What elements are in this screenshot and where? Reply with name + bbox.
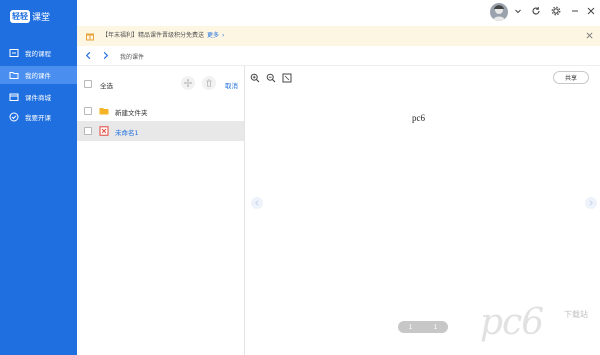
promo-banner: 【年末福利】精品课件晋级积分免费送 更多 ›	[77, 26, 600, 46]
avatar[interactable]	[490, 3, 508, 21]
check-circle-icon	[9, 112, 19, 122]
logo-badge: 轻轻	[10, 9, 30, 23]
prev-page-button[interactable]	[251, 197, 263, 209]
course-icon	[9, 48, 19, 58]
page-total: 1	[433, 323, 438, 331]
minimize-icon[interactable]	[570, 6, 580, 16]
watermark: pc6 下载站	[480, 303, 592, 347]
select-all-label: 全选	[100, 82, 113, 90]
zoom-in-icon[interactable]	[250, 73, 260, 83]
folder-icon	[9, 70, 19, 80]
page-current: 1	[408, 323, 413, 331]
next-page-button[interactable]	[585, 197, 597, 209]
refresh-icon[interactable]	[531, 6, 541, 16]
close-icon[interactable]	[586, 6, 596, 16]
trash-icon[interactable]	[202, 76, 216, 90]
page-indicator: 1 1	[398, 321, 448, 333]
zoom-out-icon[interactable]	[266, 73, 276, 83]
watermark-subtext: 下载站	[564, 310, 588, 319]
breadcrumb-current[interactable]: 我的课件	[120, 52, 144, 61]
back-arrow-icon[interactable]	[84, 51, 93, 60]
cancel-button[interactable]: 取消	[225, 80, 238, 90]
sidebar-item-label: 我的课程	[25, 50, 51, 58]
folder-icon	[99, 108, 109, 115]
close-icon[interactable]	[585, 31, 594, 40]
sidebar-item-label: 课件商城	[25, 94, 51, 102]
breadcrumb: 我的课件	[77, 46, 600, 66]
file-name: 新建文件夹	[115, 109, 148, 117]
select-all-checkbox[interactable]	[84, 80, 92, 88]
title-bar	[77, 0, 600, 26]
banner-more-link[interactable]: 更多	[207, 32, 219, 39]
watermark-text: pc6	[480, 302, 544, 343]
logo-text: 课堂	[32, 12, 51, 23]
store-icon	[9, 92, 19, 102]
gift-icon	[86, 33, 94, 41]
chevron-right-icon: ›	[222, 32, 225, 39]
sidebar: 轻轻 课堂 我的课程 我的课件 课件商城 我要开课	[0, 0, 77, 355]
document-icon	[99, 126, 109, 136]
list-item[interactable]: 未命名1	[77, 121, 244, 141]
sidebar-item-label: 我要开课	[25, 114, 51, 122]
sidebar-item-open-course[interactable]: 我要开课	[0, 108, 77, 126]
fit-screen-icon[interactable]	[282, 73, 292, 83]
move-icon[interactable]	[181, 76, 195, 90]
row-checkbox[interactable]	[84, 107, 92, 115]
sidebar-item-my-coursewares[interactable]: 我的课件	[0, 66, 77, 84]
forward-arrow-icon[interactable]	[101, 51, 110, 60]
document-content: pc6	[412, 113, 425, 123]
sidebar-item-label: 我的课件	[25, 72, 51, 80]
chevron-left-icon	[255, 200, 259, 206]
sidebar-item-store[interactable]: 课件商城	[0, 88, 77, 106]
row-checkbox[interactable]	[84, 127, 92, 135]
chevron-right-icon	[589, 200, 593, 206]
gear-icon[interactable]	[551, 6, 561, 16]
app-window: 轻轻 课堂 我的课程 我的课件 课件商城 我要开课 【年末福利】精品课件晋级积分…	[0, 0, 600, 355]
sidebar-item-my-courses[interactable]: 我的课程	[0, 44, 77, 62]
banner-text: 【年末福利】精品课件晋级积分免费送	[102, 32, 205, 39]
share-button[interactable]: 共享	[553, 71, 589, 84]
file-name: 未命名1	[115, 129, 139, 137]
file-list-pane: 全选 取消 新建文件夹 未命名1	[77, 66, 245, 355]
chevron-down-icon[interactable]	[513, 6, 523, 16]
app-logo: 轻轻 课堂	[10, 8, 50, 24]
list-item[interactable]: 新建文件夹	[77, 101, 244, 121]
